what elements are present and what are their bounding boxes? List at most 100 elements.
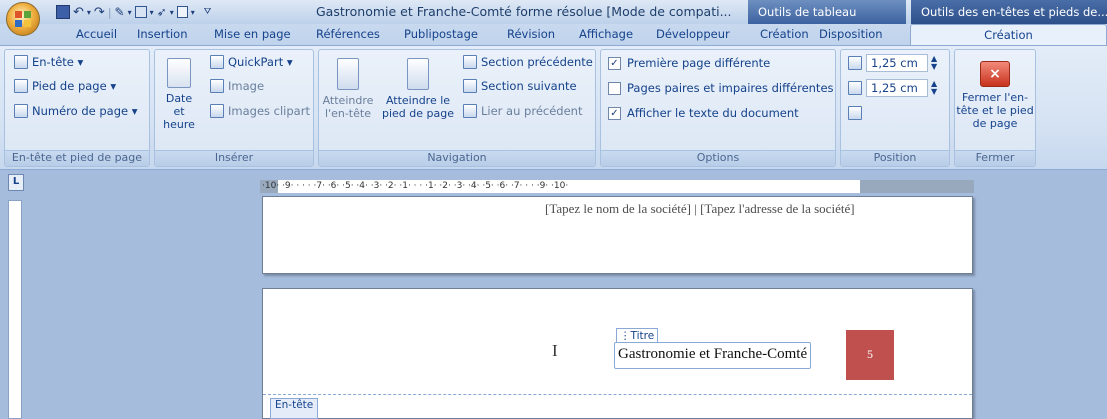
goto-footer-icon (407, 58, 429, 90)
dropdown-icon[interactable]: ▾ (170, 8, 174, 17)
dropdown-icon[interactable]: ▾ (191, 8, 195, 17)
alignment-tab-icon (848, 106, 862, 120)
header-boundary (263, 394, 972, 395)
next-section-icon (463, 79, 477, 93)
ruler-ticks: ·10· ·9· · · · ·7· ·6· ·5· ·4· ·3· ·2· ·… (262, 181, 569, 191)
group-label: Position (841, 150, 949, 166)
tab-creation-table[interactable]: Création (760, 24, 809, 45)
vertical-ruler[interactable] (8, 200, 22, 419)
previous-section-button[interactable]: Section précédente (463, 55, 593, 69)
close-header-footer-button[interactable]: × Fermer l'en-tête et le pied de page (956, 61, 1034, 130)
link-icon (463, 104, 477, 118)
contextual-tab-header-footer-tools: Outils des en-têtes et pieds de... (911, 0, 1107, 24)
title-content-control[interactable]: Gastronomie et Franche-Comté (614, 342, 812, 369)
close-icon: × (980, 61, 1010, 87)
tab-affichage[interactable]: Affichage (579, 24, 633, 45)
format-painter-icon[interactable]: ✎ (115, 5, 125, 19)
footer-position-spinner[interactable]: 1,25 cm ▲ ▼ (848, 79, 937, 97)
page-number-icon (14, 104, 28, 118)
pointer-icon[interactable]: ➶ (157, 5, 167, 19)
clipart-icon (210, 104, 224, 118)
page-number-box: 5 (846, 330, 894, 380)
option-show-document-text[interactable]: ✓ Afficher le texte du document (608, 106, 799, 120)
dropdown-icon[interactable]: ▾ (150, 8, 154, 17)
list-icon[interactable] (176, 6, 188, 18)
checkbox[interactable]: ✓ (608, 106, 621, 120)
checkbox[interactable] (608, 81, 621, 95)
insert-alignment-tab-button[interactable] (848, 106, 866, 120)
label: Première page différente (627, 56, 771, 70)
image-button[interactable]: Image (210, 79, 264, 93)
spinner-arrows-icon[interactable]: ▲ ▼ (931, 80, 937, 96)
dropdown-icon[interactable]: ▾ (128, 8, 132, 17)
option-different-odd-even[interactable]: Pages paires et impaires différentes (608, 81, 834, 95)
tab-selector[interactable]: L (8, 174, 24, 191)
tab-references[interactable]: Références (316, 24, 380, 45)
header-icon (14, 55, 28, 69)
label: Section suivante (481, 79, 577, 93)
title-control-tag[interactable]: ⋮Titre (616, 328, 659, 343)
checkbox[interactable]: ✓ (608, 56, 621, 70)
clipart-button[interactable]: Images clipart (210, 104, 310, 118)
label: Section précédente (481, 55, 593, 69)
header-position-icon (848, 56, 862, 70)
label: En-tête ▾ (32, 55, 84, 69)
label: Atteindre le pied de page (381, 94, 454, 120)
tab-creation-header-footer[interactable]: Création (910, 24, 1107, 45)
quickpart-button[interactable]: QuickPart ▾ (210, 55, 293, 69)
customize-qat-icon[interactable]: ⛛ (204, 7, 212, 17)
group-label: En-tête et pied de page (5, 150, 149, 166)
tab-accueil[interactable]: Accueil (76, 24, 117, 45)
window-title: Gastronomie et Franche-Comté forme résol… (316, 4, 732, 19)
header-tag[interactable]: En-tête (270, 398, 319, 419)
footer-position-input[interactable]: 1,25 cm (866, 79, 928, 97)
option-different-first-page[interactable]: ✓ Première page différente (608, 56, 770, 70)
company-placeholder[interactable]: [Tapez le nom de la société] | [Tapez l'… (545, 201, 855, 217)
label: Pages paires et impaires différentes (627, 81, 834, 95)
tab-revision[interactable]: Révision (507, 24, 555, 45)
label: Atteindre l'en-tête (322, 94, 374, 120)
calendar-icon (167, 58, 191, 88)
next-section-button[interactable]: Section suivante (463, 79, 577, 93)
horizontal-ruler[interactable]: ·10· ·9· · · · ·7· ·6· ·5· ·4· ·3· ·2· ·… (260, 180, 974, 193)
office-logo-icon (15, 11, 32, 28)
label: Lier au précédent (481, 104, 583, 118)
footer-position-icon (848, 81, 862, 95)
goto-header-button[interactable]: Atteindre l'en-tête (322, 58, 374, 120)
redo-icon[interactable]: ↷ (94, 5, 105, 20)
contextual-tab-table-tools: Outils de tableau (748, 0, 906, 24)
header-dropdown-button[interactable]: En-tête ▾ (14, 55, 83, 69)
date-time-button[interactable]: Date et heure (159, 58, 199, 131)
tab-mise-en-page[interactable]: Mise en page (214, 24, 291, 45)
text-cursor-icon: I (552, 341, 558, 360)
label: Image (228, 79, 265, 93)
link-to-previous-button[interactable]: Lier au précédent (463, 104, 582, 118)
header-position-spinner[interactable]: 1,25 cm ▲ ▼ (848, 54, 937, 72)
spinner-arrows-icon[interactable]: ▲ ▼ (931, 55, 937, 71)
tab-publipostage[interactable]: Publipostage (404, 24, 478, 45)
table-icon[interactable] (134, 6, 147, 18)
group-label: Fermer (955, 150, 1035, 166)
tab-disposition[interactable]: Disposition (819, 24, 883, 45)
header-position-input[interactable]: 1,25 cm (866, 54, 928, 72)
page-number-dropdown-button[interactable]: Numéro de page ▾ (14, 104, 138, 118)
label: QuickPart ▾ (228, 55, 293, 69)
undo-icon[interactable]: ↶ (73, 5, 84, 20)
group-label: Insérer (155, 150, 313, 166)
group-label: Options (601, 150, 835, 166)
footer-dropdown-button[interactable]: Pied de page ▾ (14, 79, 116, 93)
save-icon[interactable] (56, 5, 70, 19)
goto-footer-button[interactable]: Atteindre le pied de page (378, 58, 458, 120)
label: Numéro de page ▾ (32, 104, 138, 118)
tab-developpeur[interactable]: Développeur (656, 24, 730, 45)
label: Afficher le texte du document (627, 106, 799, 120)
footer-icon (14, 79, 28, 93)
image-icon (210, 79, 224, 93)
dropdown-icon[interactable]: ▾ (87, 8, 91, 17)
previous-section-icon (463, 55, 477, 69)
label: Pied de page ▾ (32, 79, 117, 93)
office-button[interactable] (6, 2, 40, 36)
label: Date et heure (163, 92, 195, 131)
tab-insertion[interactable]: Insertion (137, 24, 188, 45)
quickpart-icon (210, 55, 224, 69)
